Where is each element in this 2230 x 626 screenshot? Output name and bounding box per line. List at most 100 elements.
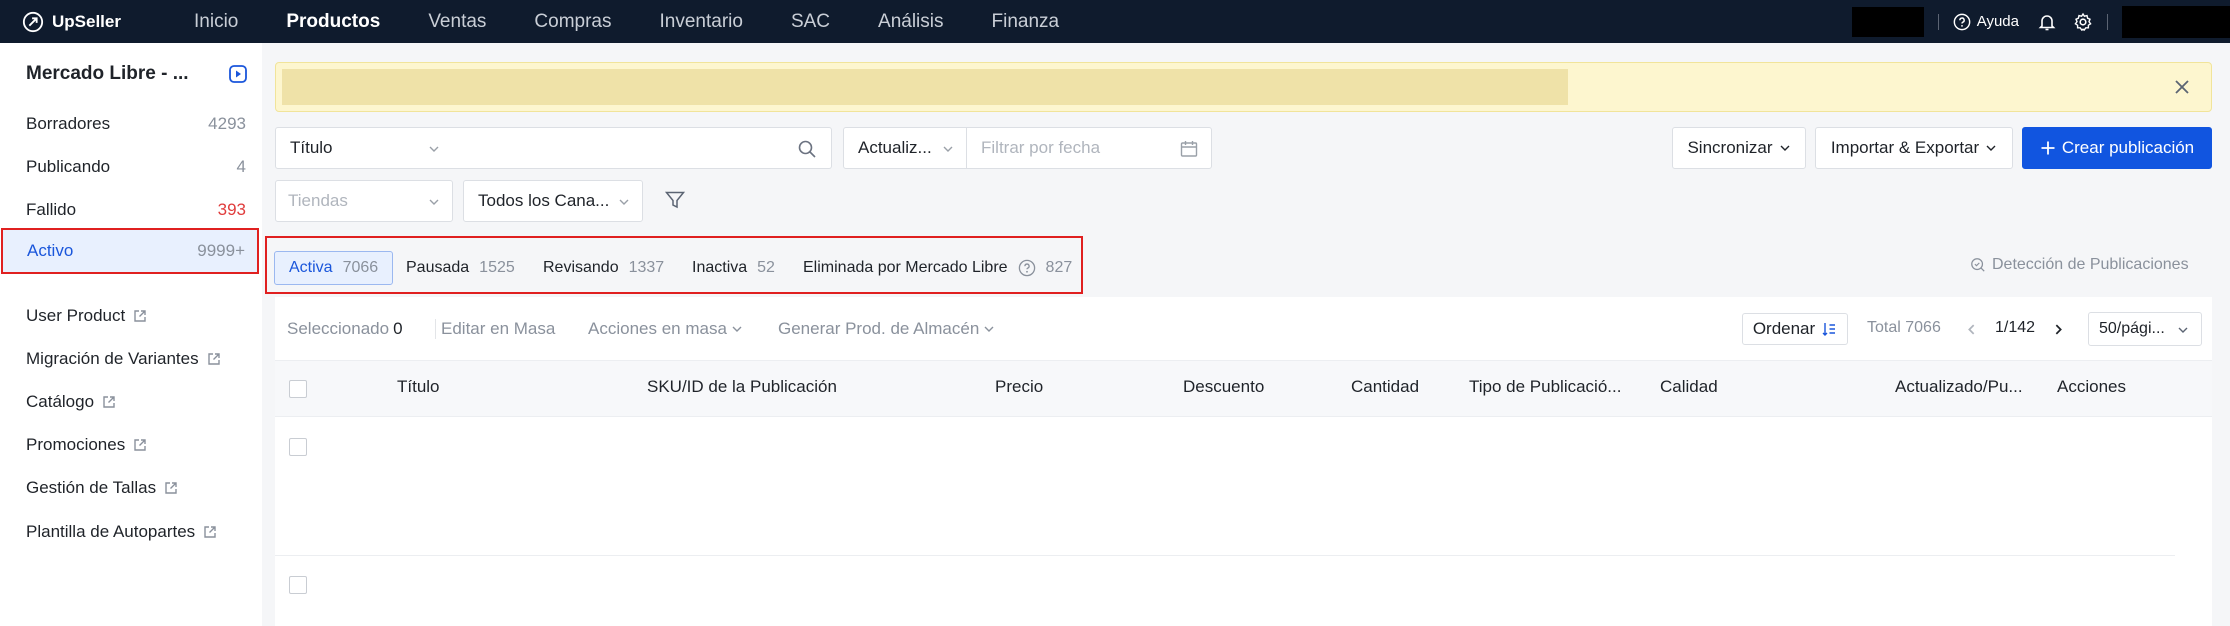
gear-icon[interactable] xyxy=(2073,12,2093,32)
question-circle-icon[interactable] xyxy=(1018,259,1036,277)
sync-button[interactable]: Sincronizar xyxy=(1672,127,1806,169)
switch-store-icon[interactable] xyxy=(228,64,248,84)
sidebar-item-count: 4293 xyxy=(208,114,246,133)
search-input[interactable] xyxy=(452,127,832,169)
bell-icon[interactable] xyxy=(2037,12,2057,32)
channels-select-value: Todos los Cana... xyxy=(478,191,610,210)
bulk-actions-label: Acciones en masa xyxy=(588,319,727,338)
sidebar-item-borradores[interactable]: Borradores 4293 xyxy=(0,104,258,144)
tab-revisando[interactable]: Revisando 1337 xyxy=(543,251,664,285)
tab-pausada[interactable]: Pausada 1525 xyxy=(406,251,515,285)
sidebar-link-plantilla-autopartes[interactable]: Plantilla de Autopartes xyxy=(26,522,217,542)
tab-eliminada[interactable]: Eliminada por Mercado Libre 827 xyxy=(803,251,1072,285)
selected-label: Seleccionado xyxy=(287,319,390,338)
external-link-icon xyxy=(134,310,146,322)
column-header-tipo: Tipo de Publicació... xyxy=(1469,377,1622,396)
page-size-value: 50/pági... xyxy=(2099,320,2165,337)
sidebar-item-count: 393 xyxy=(217,200,246,219)
sidebar-item-count: 9999+ xyxy=(197,241,245,260)
sidebar-item-fallido[interactable]: Fallido 393 xyxy=(0,190,258,230)
nav-productos[interactable]: Productos xyxy=(286,11,380,33)
detect-listings-link[interactable]: Detección de Publicaciones xyxy=(1970,256,2189,274)
sidebar-item-label: Publicando xyxy=(26,157,111,176)
bulk-edit-button[interactable]: Editar en Masa xyxy=(441,319,555,339)
create-listing-button[interactable]: Crear publicación xyxy=(2022,127,2212,169)
column-header-precio: Precio xyxy=(995,377,1044,396)
sidebar-link-label: Plantilla de Autopartes xyxy=(26,522,196,541)
sidebar-link-gestion-tallas[interactable]: Gestión de Tallas xyxy=(26,478,178,498)
store-title[interactable]: Mercado Libre - ... xyxy=(26,63,189,85)
chevron-down-icon xyxy=(984,326,994,332)
column-header-titulo: Título xyxy=(397,377,440,396)
select-all-checkbox[interactable] xyxy=(289,380,307,398)
tab-count: 1337 xyxy=(628,259,665,276)
table-header: Título SKU/ID de la Publicación Precio D… xyxy=(275,360,2212,417)
chevron-down-icon xyxy=(732,326,742,332)
channels-select[interactable]: Todos los Cana... xyxy=(463,180,643,222)
tab-count: 827 xyxy=(1045,259,1073,276)
sidebar-item-label: Fallido xyxy=(26,200,77,219)
tab-activa[interactable]: Activa 7066 xyxy=(274,251,394,285)
filter-icon[interactable] xyxy=(664,189,686,211)
column-header-descuento: Descuento xyxy=(1183,377,1265,396)
nav-inventario[interactable]: Inventario xyxy=(660,11,743,33)
close-icon[interactable] xyxy=(2173,78,2191,96)
import-export-button[interactable]: Importar & Exportar xyxy=(1815,127,2013,169)
import-export-button-label: Importar & Exportar xyxy=(1830,138,1980,157)
search-check-icon xyxy=(1971,258,1985,272)
help-label: Ayuda xyxy=(1976,13,2019,30)
bulk-actions-dropdown[interactable]: Acciones en masa xyxy=(588,319,743,339)
chevron-down-icon xyxy=(429,199,439,205)
sidebar-link-migracion-variantes[interactable]: Migración de Variantes xyxy=(26,349,221,369)
chevron-down-icon xyxy=(619,199,629,205)
chevron-left-icon[interactable] xyxy=(1965,323,1978,336)
nav-inicio[interactable]: Inicio xyxy=(194,11,238,33)
generate-warehouse-label: Generar Prod. de Almacén xyxy=(778,319,980,338)
generate-warehouse-dropdown[interactable]: Generar Prod. de Almacén xyxy=(778,319,995,339)
total-count: Total 7066 xyxy=(1867,319,1941,337)
chevron-right-icon[interactable] xyxy=(2052,323,2065,336)
sidebar-item-count: 4 xyxy=(236,157,246,176)
search-field-select[interactable]: Título xyxy=(275,127,453,169)
nav-divider xyxy=(2107,13,2108,30)
sidebar-item-publicando[interactable]: Publicando 4 xyxy=(0,147,258,187)
nav-compras[interactable]: Compras xyxy=(534,11,611,33)
sidebar: Mercado Libre - ... Borradores 4293 Publ… xyxy=(0,43,262,626)
nav-analisis[interactable]: Análisis xyxy=(878,11,943,33)
sort-button-label: Ordenar xyxy=(1752,319,1816,338)
date-filter-input[interactable]: Filtrar por fecha xyxy=(966,127,1212,169)
total-count-label: Total 7066 xyxy=(1867,319,1941,336)
tab-inactiva[interactable]: Inactiva 52 xyxy=(692,251,775,285)
sidebar-link-label: Gestión de Tallas xyxy=(26,478,157,497)
help-button[interactable]: Ayuda xyxy=(1953,13,2019,31)
sidebar-link-promociones[interactable]: Promociones xyxy=(26,435,147,455)
sidebar-link-user-product[interactable]: User Product xyxy=(26,306,147,326)
sidebar-link-label: Migración de Variantes xyxy=(26,349,199,368)
chevron-down-icon xyxy=(2178,327,2188,333)
column-header-acciones: Acciones xyxy=(2057,377,2126,396)
nav-finanza[interactable]: Finanza xyxy=(992,11,1060,33)
tab-label: Eliminada por Mercado Libre xyxy=(803,259,1008,276)
sidebar-link-catalogo[interactable]: Catálogo xyxy=(26,392,116,412)
upseller-logo[interactable]: UpSeller xyxy=(22,11,172,33)
top-navigation-bar: UpSeller Inicio Productos Ventas Compras… xyxy=(0,0,2230,43)
column-header-cantidad: Cantidad xyxy=(1351,377,1420,396)
notice-banner xyxy=(275,62,2212,112)
row-checkbox[interactable] xyxy=(289,576,307,594)
banner-redacted-message xyxy=(282,69,1568,105)
nav-sac[interactable]: SAC xyxy=(791,11,830,33)
sidebar-link-label: User Product xyxy=(26,306,126,325)
row-checkbox[interactable] xyxy=(289,438,307,456)
nav-divider xyxy=(1937,13,1939,30)
listings-table-panel: Seleccionado 0 Editar en Masa Acciones e… xyxy=(275,297,2212,626)
sidebar-item-activo[interactable]: Activo 9999+ xyxy=(1,228,259,274)
sidebar-link-label: Catálogo xyxy=(26,392,95,411)
stores-select[interactable]: Tiendas xyxy=(275,180,453,222)
external-link-icon xyxy=(207,353,220,365)
nav-ventas[interactable]: Ventas xyxy=(428,11,486,33)
redacted-user-box xyxy=(2122,5,2230,38)
date-type-select[interactable]: Actualiz... xyxy=(843,127,967,169)
page-size-select[interactable]: 50/pági... xyxy=(2088,312,2202,346)
search-icon[interactable] xyxy=(797,139,817,159)
sort-button[interactable]: Ordenar xyxy=(1742,313,1848,345)
